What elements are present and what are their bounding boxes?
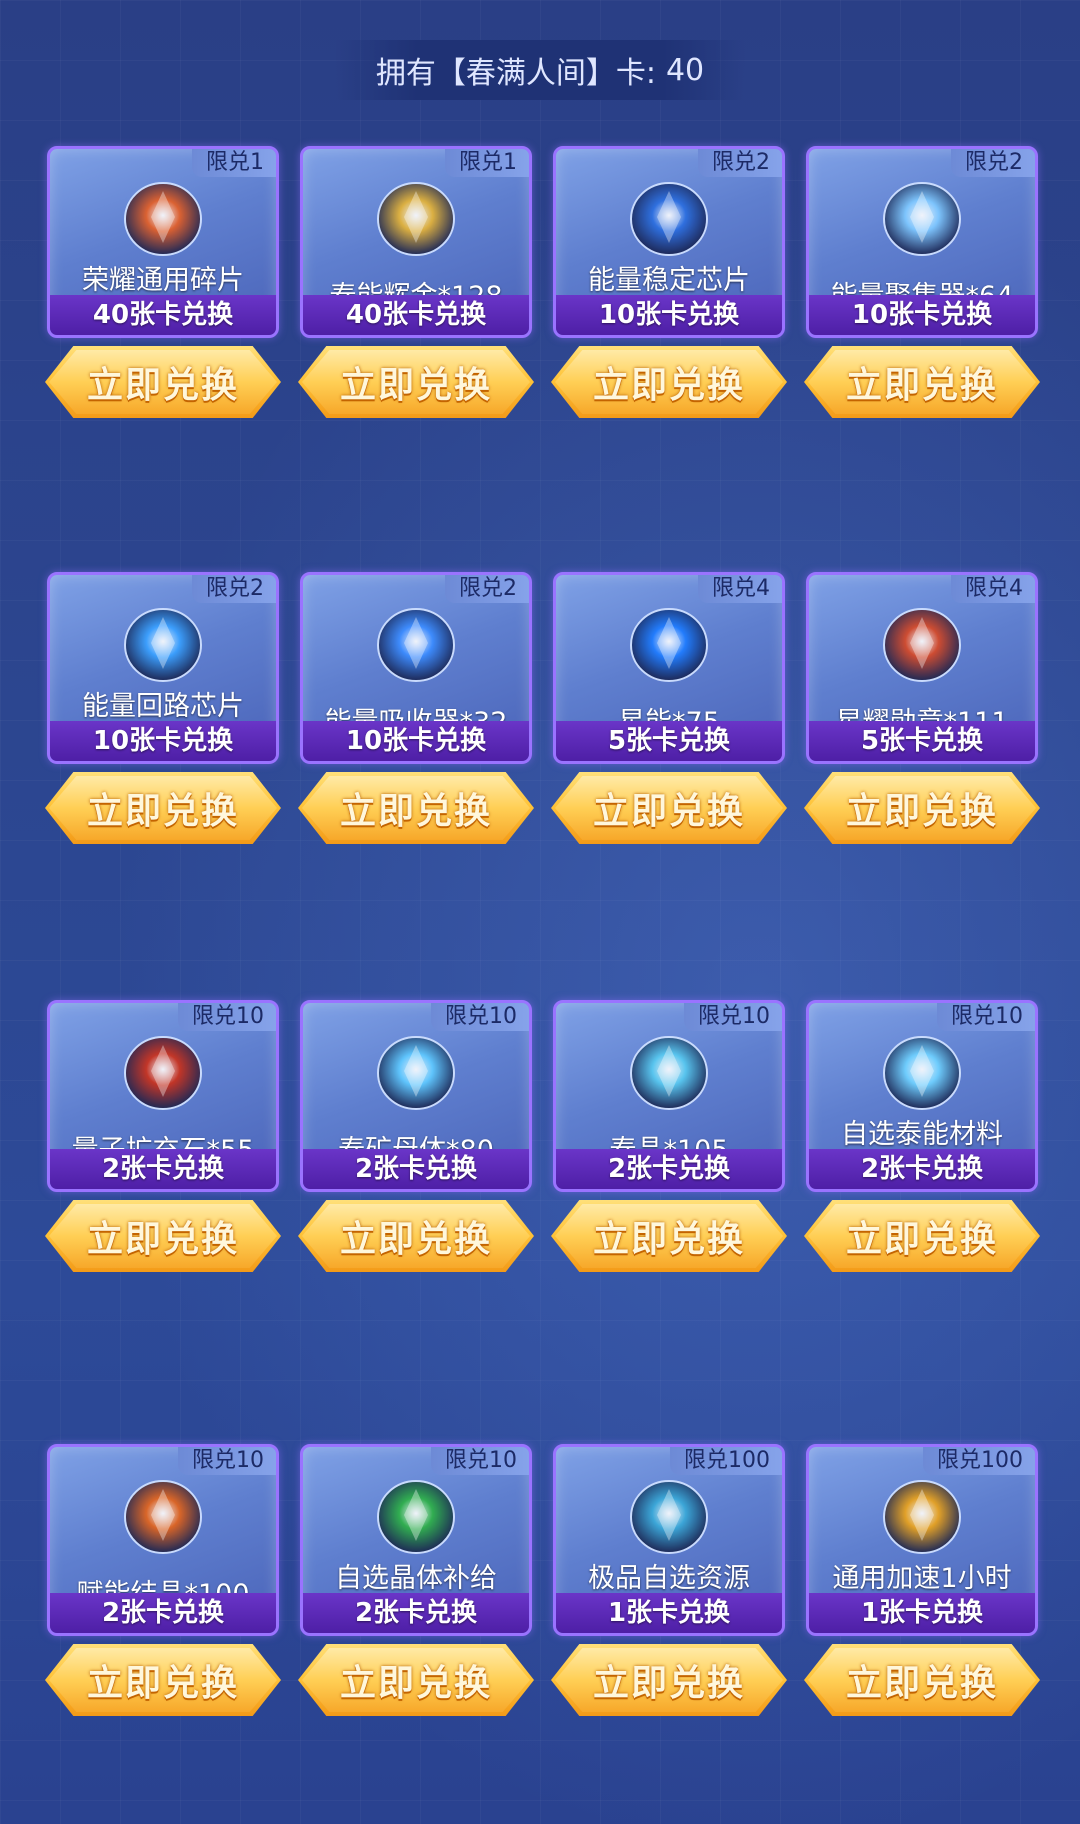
resource-chest-icon [630, 1480, 708, 1554]
exchange-item: 限兑2 能量吸收器*32 10张卡兑换 立即兑换 [298, 572, 534, 844]
item-card[interactable]: 限兑10 自选晶体补给 *16 2张卡兑换 [300, 1444, 532, 1636]
ore-matrix-icon [377, 1036, 455, 1110]
exchange-item: 限兑10 泰晶*105 2张卡兑换 立即兑换 [551, 1000, 787, 1272]
exchange-button[interactable]: 立即兑换 [298, 1200, 534, 1272]
crystal-icon [630, 1036, 708, 1110]
medal-icon [883, 608, 961, 682]
crystal-supply-chest-icon [377, 1480, 455, 1554]
item-card[interactable]: 限兑2 能量聚集器*64 10张卡兑换 [806, 146, 1038, 338]
cost-label: 2张卡兑换 [50, 1593, 276, 1633]
cost-label: 5张卡兑换 [809, 721, 1035, 761]
exchange-item: 限兑10 量子扩充石*55 2张卡兑换 立即兑换 [45, 1000, 281, 1272]
exchange-item: 限兑4 星能*75 5张卡兑换 立即兑换 [551, 572, 787, 844]
exchange-item: 限兑4 星耀勋章*111 5张卡兑换 立即兑换 [804, 572, 1040, 844]
owned-cards-bar: 拥有【春满人间】卡: 40 [335, 40, 745, 100]
exchange-button[interactable]: 立即兑换 [804, 1644, 1040, 1716]
item-name-text: 极品自选资源 [588, 1563, 750, 1594]
exchange-button[interactable]: 立即兑换 [45, 1200, 281, 1272]
item-card[interactable]: 限兑10 赋能结晶*100 2张卡兑换 [47, 1444, 279, 1636]
owned-count: 40 [665, 52, 705, 88]
cost-label: 40张卡兑换 [50, 295, 276, 335]
item-card[interactable]: 限兑4 星能*75 5张卡兑换 [553, 572, 785, 764]
circuit-chip-icon [124, 608, 202, 682]
material-chest-icon [883, 1036, 961, 1110]
item-name-text: 自选晶体补给 [335, 1563, 497, 1594]
exchange-button[interactable]: 立即兑换 [298, 346, 534, 418]
item-card[interactable]: 限兑10 量子扩充石*55 2张卡兑换 [47, 1000, 279, 1192]
exchange-button[interactable]: 立即兑换 [551, 772, 787, 844]
cost-label: 10张卡兑换 [809, 295, 1035, 335]
gold-emblem-icon [377, 182, 455, 256]
exchange-item: 限兑10 自选泰能材料 *160 2张卡兑换 立即兑换 [804, 1000, 1040, 1272]
item-card[interactable]: 限兑1 泰能辉金*128 40张卡兑换 [300, 146, 532, 338]
cost-label: 2张卡兑换 [303, 1149, 529, 1189]
owned-label: 拥有【春满人间】卡: [375, 56, 656, 91]
exchange-button[interactable]: 立即兑换 [45, 772, 281, 844]
item-name-text: 能量回路芯片 [82, 691, 244, 722]
cost-label: 1张卡兑换 [809, 1593, 1035, 1633]
exchange-item: 限兑2 能量聚集器*64 10张卡兑换 立即兑换 [804, 146, 1040, 418]
exchange-button[interactable]: 立即兑换 [551, 1200, 787, 1272]
cost-label: 2张卡兑换 [809, 1149, 1035, 1189]
quantum-stone-icon [124, 1036, 202, 1110]
cost-label: 40张卡兑换 [303, 295, 529, 335]
exchange-button[interactable]: 立即兑换 [804, 1200, 1040, 1272]
absorber-icon [377, 608, 455, 682]
item-name-text: 荣耀通用碎片 [82, 265, 244, 296]
glory-shard-icon [124, 182, 202, 256]
item-card[interactable]: 限兑100 通用加速1小时 *12 1张卡兑换 [806, 1444, 1038, 1636]
amber-crystal-icon [124, 1480, 202, 1554]
exchange-button[interactable]: 立即兑换 [298, 772, 534, 844]
exchange-item: 限兑10 泰矿母体*80 2张卡兑换 立即兑换 [298, 1000, 534, 1272]
cost-label: 10张卡兑换 [303, 721, 529, 761]
exchange-item: 限兑1 荣耀通用碎片 *18 40张卡兑换 立即兑换 [45, 146, 281, 418]
cost-label: 10张卡兑换 [50, 721, 276, 761]
exchange-item: 限兑10 赋能结晶*100 2张卡兑换 立即兑换 [45, 1444, 281, 1716]
exchange-button[interactable]: 立即兑换 [804, 346, 1040, 418]
exchange-item: 限兑1 泰能辉金*128 40张卡兑换 立即兑换 [298, 146, 534, 418]
item-name-text: 自选泰能材料 [841, 1119, 1003, 1150]
item-card[interactable]: 限兑10 自选泰能材料 *160 2张卡兑换 [806, 1000, 1038, 1192]
cost-label: 5张卡兑换 [556, 721, 782, 761]
exchange-item: 限兑2 能量回路芯片 *160 10张卡兑换 立即兑换 [45, 572, 281, 844]
exchange-button[interactable]: 立即兑换 [45, 346, 281, 418]
exchange-item: 限兑100 极品自选资源 *12 1张卡兑换 立即兑换 [551, 1444, 787, 1716]
star-energy-icon [630, 608, 708, 682]
exchange-button[interactable]: 立即兑换 [298, 1644, 534, 1716]
item-card[interactable]: 限兑10 泰晶*105 2张卡兑换 [553, 1000, 785, 1192]
item-card[interactable]: 限兑2 能量吸收器*32 10张卡兑换 [300, 572, 532, 764]
exchange-button[interactable]: 立即兑换 [551, 1644, 787, 1716]
item-card[interactable]: 限兑10 泰矿母体*80 2张卡兑换 [300, 1000, 532, 1192]
exchange-item: 限兑100 通用加速1小时 *12 1张卡兑换 立即兑换 [804, 1444, 1040, 1716]
exchange-button[interactable]: 立即兑换 [551, 346, 787, 418]
energy-collector-icon [883, 182, 961, 256]
speedup-icon [883, 1480, 961, 1554]
item-card[interactable]: 限兑100 极品自选资源 *12 1张卡兑换 [553, 1444, 785, 1636]
item-card[interactable]: 限兑2 能量稳定芯片 *320 10张卡兑换 [553, 146, 785, 338]
cost-label: 10张卡兑换 [556, 295, 782, 335]
exchange-button[interactable]: 立即兑换 [804, 772, 1040, 844]
exchange-button[interactable]: 立即兑换 [45, 1644, 281, 1716]
item-name-text: 通用加速1小时 [832, 1563, 1012, 1594]
cost-label: 1张卡兑换 [556, 1593, 782, 1633]
exchange-item: 限兑2 能量稳定芯片 *320 10张卡兑换 立即兑换 [551, 146, 787, 418]
cost-label: 2张卡兑换 [556, 1149, 782, 1189]
cost-label: 2张卡兑换 [50, 1149, 276, 1189]
item-name-text: 能量稳定芯片 [588, 265, 750, 296]
item-card[interactable]: 限兑2 能量回路芯片 *160 10张卡兑换 [47, 572, 279, 764]
energy-sphere-icon [630, 182, 708, 256]
item-card[interactable]: 限兑4 星耀勋章*111 5张卡兑换 [806, 572, 1038, 764]
exchange-item: 限兑10 自选晶体补给 *16 2张卡兑换 立即兑换 [298, 1444, 534, 1716]
item-card[interactable]: 限兑1 荣耀通用碎片 *18 40张卡兑换 [47, 146, 279, 338]
cost-label: 2张卡兑换 [303, 1593, 529, 1633]
